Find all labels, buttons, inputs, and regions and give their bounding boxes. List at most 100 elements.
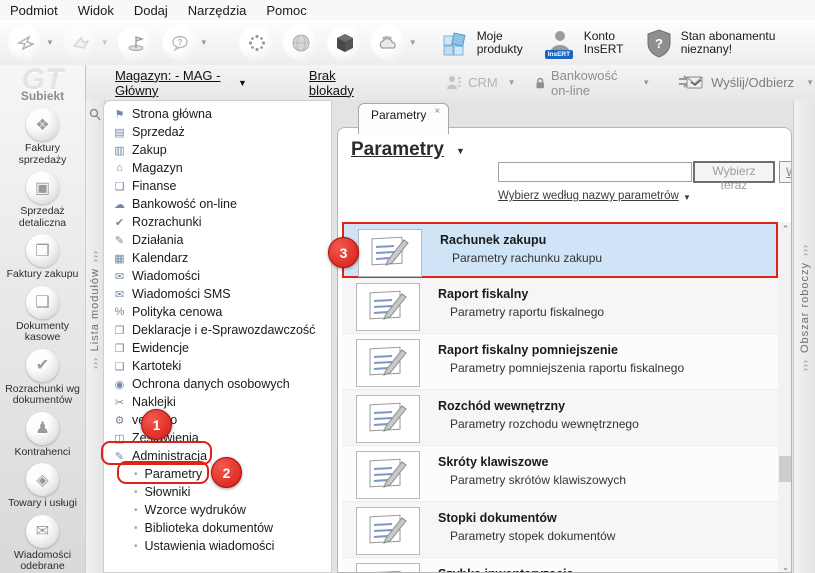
- chevron-down-icon[interactable]: ▼: [508, 78, 516, 87]
- parameter-row[interactable]: Skróty klawiszowe Parametry skrótów klawi…: [342, 446, 778, 502]
- tree-item-finanse[interactable]: ❏ Finanse: [104, 177, 331, 195]
- data-protection-icon: ◉: [114, 378, 125, 391]
- close-icon[interactable]: ×: [434, 106, 440, 117]
- sidebar-item[interactable]: ❒ Faktury zakupu: [2, 234, 84, 281]
- wyslij-label: Wyślij/Odbierz: [711, 75, 795, 90]
- parameter-title: Stopki dokumentów: [438, 511, 557, 525]
- module-shortcut-list: ❖ Faktury sprzedaży ▣ Sprzedaż detaliczna ❒ F…: [2, 103, 84, 573]
- dots-circle-icon[interactable]: [238, 24, 275, 61]
- tree-item-wiadomo-ci-sms[interactable]: ✉ Wiadomości SMS: [104, 285, 331, 303]
- tree-item-label: Naklejki: [132, 395, 176, 409]
- wyslij-odbierz-button[interactable]: Wyślij/Odbierz ▼: [677, 73, 815, 93]
- scrollbar-thumb[interactable]: [779, 456, 791, 482]
- bankowosc-button[interactable]: Bankowość on-line ▼: [535, 68, 652, 98]
- chevron-down-icon[interactable]: ▼: [238, 78, 247, 88]
- chevron-down-icon[interactable]: ▼: [409, 38, 417, 47]
- sidebar-item[interactable]: ✉ Wiadomości odebrane: [2, 514, 84, 573]
- activities-icon: ✎: [114, 234, 125, 247]
- chevron-down-icon[interactable]: ▼: [46, 38, 54, 47]
- tree-item-naklejki[interactable]: ✂ Naklejki: [104, 393, 331, 411]
- settlements-icon: ✔: [26, 348, 59, 382]
- shield-question-icon: ?: [644, 27, 674, 59]
- chevron-down-icon[interactable]: ▼: [101, 38, 109, 47]
- search-input[interactable]: [498, 162, 692, 182]
- globe-icon[interactable]: [282, 24, 319, 61]
- parameter-row[interactable]: Stopki dokumentów Parametry stopek dokume…: [342, 502, 778, 558]
- parameter-title: Rozchód wewnętrzny: [438, 399, 566, 413]
- menu-bar: Podmiot Widok Dodaj Narzędzia Pomoc: [0, 0, 815, 20]
- tree-item-kartoteki[interactable]: ❑ Kartoteki: [104, 357, 331, 375]
- tree-item-ochrona-danych-osobowych[interactable]: ◉ Ochrona danych osobowych: [104, 375, 331, 393]
- sidebar-item[interactable]: ◈ Towary i usługi: [2, 463, 84, 510]
- scroll-down-icon[interactable]: ⌄: [778, 560, 791, 572]
- tree-item-wiadomo-ci[interactable]: ✉ Wiadomości: [104, 267, 331, 285]
- page-title[interactable]: Parametry: [351, 139, 444, 161]
- chevron-down-icon[interactable]: ▼: [200, 38, 208, 47]
- cursor-select-icon[interactable]: [8, 24, 44, 61]
- tree-item-label: Wiadomości SMS: [132, 287, 231, 301]
- tree-item-zakup[interactable]: ▥ Zakup: [104, 141, 331, 159]
- wybierz-teraz-button[interactable]: Wybierz teraz: [693, 161, 775, 192]
- sidebar-item[interactable]: ✔ Rozrachunki wg dokumentów: [2, 348, 84, 407]
- brak-blokady-link[interactable]: Brak blokady: [309, 68, 368, 98]
- parameter-title: Szybka inwentaryzacja: [438, 567, 573, 572]
- document-pencil-icon: [356, 451, 420, 499]
- envelope-forward-icon[interactable]: [62, 24, 99, 61]
- tree-item-bankowo-on-line[interactable]: ☁ Bankowość on-line: [104, 195, 331, 213]
- pricing-policy-icon: %: [114, 306, 125, 318]
- tree-item-magazyn[interactable]: ⌂ Magazyn: [104, 159, 331, 177]
- sidebar-item[interactable]: ▣ Sprzedaż detaliczna: [2, 171, 84, 229]
- chevron-down-icon[interactable]: ▼: [456, 146, 465, 156]
- tree-item-ewidencje[interactable]: ❒ Ewidencje: [104, 339, 331, 357]
- chevron-down-icon[interactable]: ▼: [806, 78, 814, 87]
- tree-item-sprzeda-[interactable]: ▤ Sprzedaż: [104, 123, 331, 141]
- vertical-scrollbar[interactable]: ⌃ ⌄: [778, 222, 791, 572]
- bullet-icon: •: [134, 486, 138, 498]
- tree-item-vendero[interactable]: ⚙vendero: [104, 411, 331, 429]
- help-balloon-icon[interactable]: ?: [161, 24, 198, 61]
- scroll-up-icon[interactable]: ⌃: [778, 222, 791, 236]
- sidebar-item[interactable]: ❑ Dokumenty kasowe: [2, 285, 84, 344]
- cube-icon[interactable]: [326, 24, 363, 61]
- moje-produkty-button[interactable]: Moje produkty: [440, 28, 533, 58]
- sidebar-item-label: Faktury zakupu: [6, 268, 79, 280]
- sidebar-item[interactable]: ❖ Faktury sprzedaży: [2, 108, 84, 166]
- parameter-row[interactable]: Szybka inwentaryzacjaParametry szybkiej …: [342, 558, 778, 572]
- menu-item-dodaj[interactable]: Dodaj: [124, 1, 178, 20]
- workspace-strip[interactable]: ››› Obszar roboczy ›››: [793, 100, 815, 573]
- stan-abonamentu-button[interactable]: ? Stan abonamentu nieznany!: [644, 27, 791, 59]
- module-sidebar: GT Subiekt ❖ Faktury sprzedaży ▣ Sprzedaż d…: [0, 65, 86, 573]
- chevron-down-icon[interactable]: ▼: [683, 193, 691, 202]
- parameter-row[interactable]: Raport fiskalny pomniejszenie Parametry p…: [342, 334, 778, 390]
- tab-parametry[interactable]: Parametry ×: [358, 103, 450, 134]
- tree-item-deklaracje-i-e-sprawozdawczo-[interactable]: ❐ Deklaracje i e-Sprawozdawczość: [104, 321, 331, 339]
- chevron-down-icon[interactable]: ▼: [642, 78, 650, 87]
- tree-item-kalendarz[interactable]: ▦ Kalendarz: [104, 249, 331, 267]
- tree-item-strona-g-wna[interactable]: ⚑ Strona główna: [104, 105, 331, 123]
- crm-button[interactable]: CRM ▼: [446, 74, 517, 92]
- sidebar-item[interactable]: ♟ Kontrahenci: [2, 411, 84, 459]
- tree-subitem-wzorce-wydruk-w[interactable]: • Wzorce wydruków: [104, 501, 331, 519]
- module-list-strip[interactable]: ››› Lista modułów ›››: [85, 100, 105, 573]
- tree-item-dzia-ania[interactable]: ✎ Działania: [104, 231, 331, 249]
- konto-insert-button[interactable]: InsERT Konto InsERT: [543, 27, 630, 59]
- pin-icon: [89, 108, 101, 121]
- tree-subitem-biblioteka-dokument-w[interactable]: • Biblioteka dokumentów: [104, 519, 331, 537]
- sms-icon: ✉: [114, 288, 125, 301]
- parameter-row[interactable]: Raport fiskalny Parametry raportu fiskaln…: [342, 278, 778, 334]
- parameter-row[interactable]: Rozchód wewnętrzny Parametry rozchodu wew…: [342, 390, 778, 446]
- flag-icon[interactable]: [117, 24, 154, 61]
- menu-item-widok[interactable]: Widok: [68, 1, 124, 20]
- magazyn-selector[interactable]: Magazyn: - MAG - Główny: [115, 68, 235, 98]
- filter-by-name-link[interactable]: Wybierz według nazwy parametrów: [498, 190, 679, 202]
- cloud-services-icon[interactable]: [370, 24, 407, 61]
- partial-clipped-button[interactable]: Wy: [779, 161, 791, 183]
- tree-item-rozrachunki[interactable]: ✔ Rozrachunki: [104, 213, 331, 231]
- tree-subitem-ustawienia-wiadomo-ci[interactable]: • Ustawienia wiadomości: [104, 537, 331, 555]
- menu-item-pomoc[interactable]: Pomoc: [256, 1, 316, 20]
- menu-item-podmiot[interactable]: Podmiot: [0, 1, 68, 20]
- document-pencil-icon: [356, 563, 420, 572]
- menu-item-narzędzia[interactable]: Narzędzia: [178, 1, 257, 20]
- tree-item-polityka-cenowa[interactable]: % Polityka cenowa: [104, 303, 331, 321]
- parameter-row[interactable]: Rachunek zakupu Parametry rachunku zakupu: [342, 222, 778, 278]
